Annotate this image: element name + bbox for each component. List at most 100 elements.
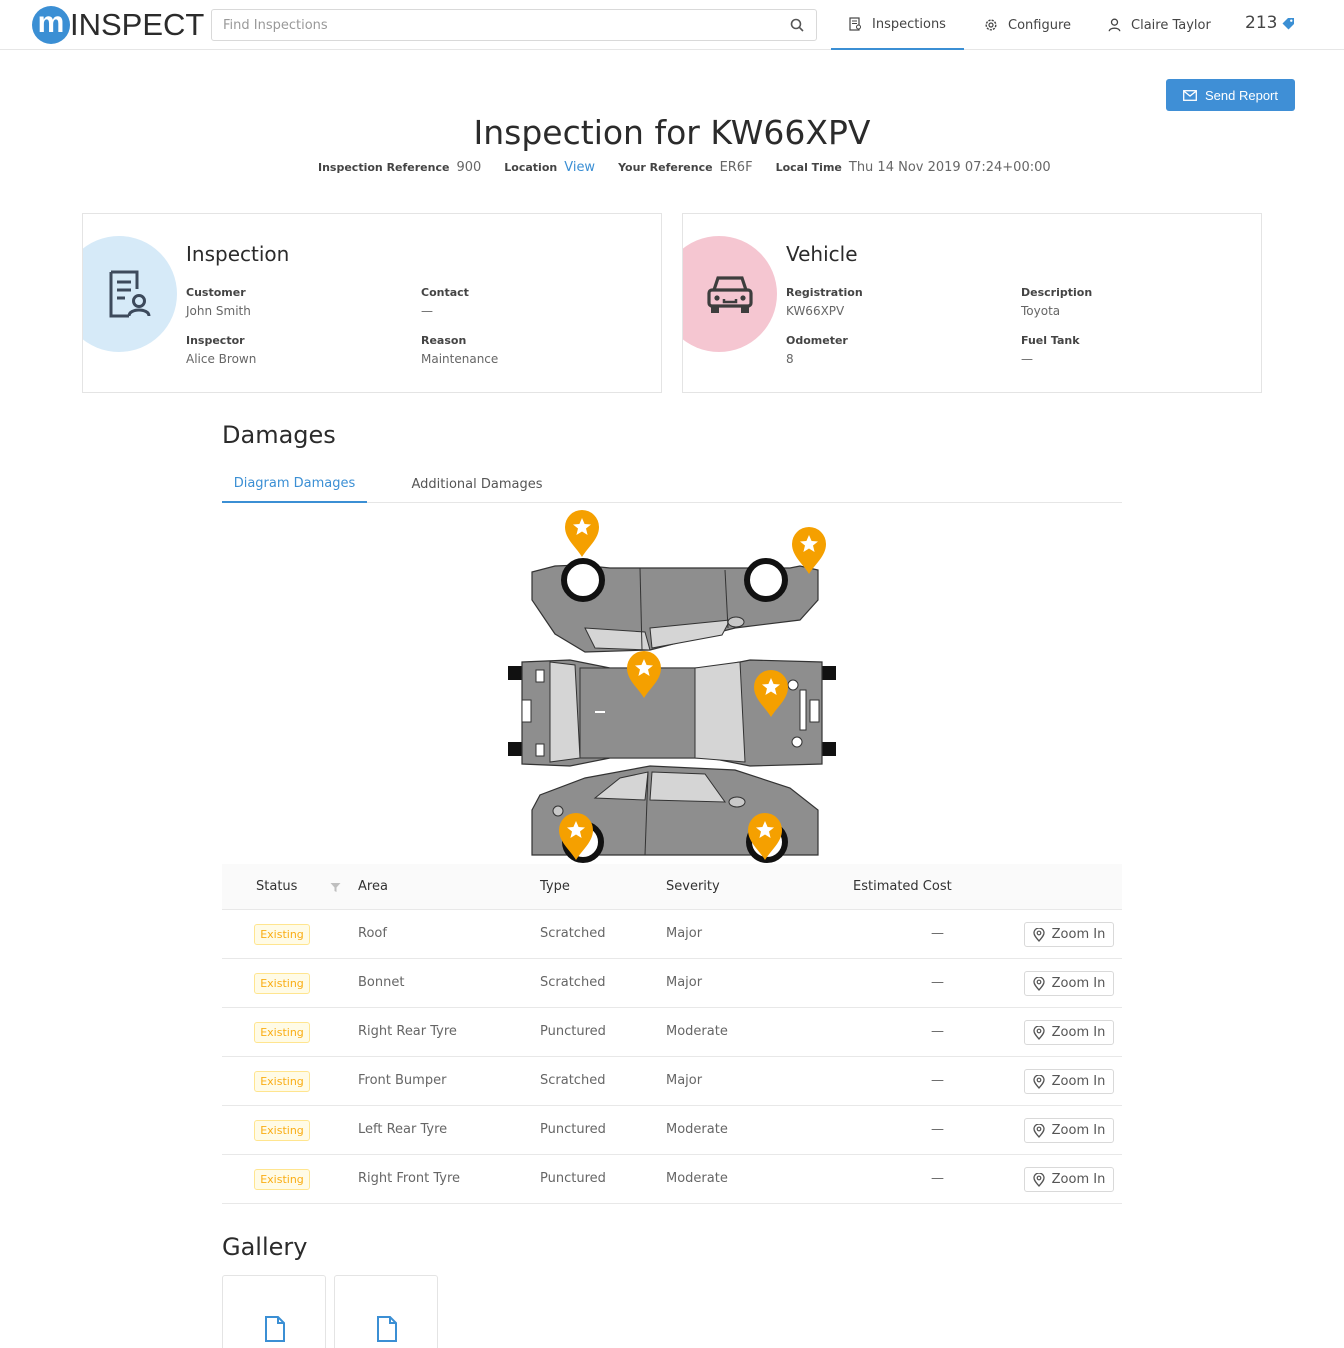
field-fuel-tank-label: Fuel Tank — [1021, 334, 1080, 347]
field-reason: Reason Maintenance — [421, 334, 498, 366]
credits-counter[interactable]: 213 — [1245, 13, 1295, 33]
car-top-view — [508, 659, 836, 767]
cell-estimated-cost: — — [931, 1122, 944, 1137]
meta-ref-label: Inspection Reference — [318, 161, 450, 174]
field-contact: Contact — — [421, 286, 469, 318]
vehicle-damage-diagram — [508, 510, 836, 863]
cell-estimated-cost: — — [931, 1024, 944, 1039]
nav-configure[interactable]: Configure — [984, 0, 1071, 50]
car-front-icon — [707, 276, 753, 313]
user-icon — [1108, 18, 1121, 32]
field-registration-label: Registration — [786, 286, 863, 299]
filter-icon[interactable] — [330, 882, 341, 893]
credits-value: 213 — [1245, 13, 1278, 33]
table-row: Existing Bonnet Scratched Major — Zoom In — [222, 959, 1122, 1008]
field-registration: Registration KW66XPV — [786, 286, 863, 318]
zoom-in-button[interactable]: Zoom In — [1024, 1118, 1114, 1143]
map-pin-icon — [1033, 1074, 1045, 1089]
status-badge: Existing — [254, 973, 310, 994]
damage-pin-right-front-tyre[interactable] — [565, 510, 599, 557]
car-side-view-top — [531, 558, 819, 653]
file-icon — [265, 1316, 285, 1342]
cell-estimated-cost: — — [931, 1073, 944, 1088]
mail-icon — [1183, 89, 1197, 101]
page-title: Inspection for KW66XPV — [473, 113, 871, 152]
col-severity: Severity — [666, 879, 720, 894]
table-row: Existing Front Bumper Scratched Major — Zoom … — [222, 1057, 1122, 1106]
nav-inspections-label: Inspections — [872, 16, 946, 32]
damages-heading: Damages — [222, 421, 336, 449]
zoom-in-button[interactable]: Zoom In — [1024, 922, 1114, 947]
field-customer-label: Customer — [186, 286, 246, 299]
file-icon — [377, 1316, 397, 1342]
col-estimated-cost: Estimated Cost — [853, 879, 952, 894]
cell-type: Scratched — [540, 975, 606, 990]
field-inspector: Inspector Alice Brown — [186, 334, 256, 366]
user-name: Claire Taylor — [1131, 17, 1211, 33]
damages-table: Status Area Type Severity Estimated Cost… — [222, 864, 1122, 1204]
vehicle-card-title: Vehicle — [786, 242, 858, 266]
meta-your-ref-label: Your Reference — [618, 161, 713, 174]
search-icon[interactable] — [790, 18, 804, 32]
zoom-in-button[interactable]: Zoom In — [1024, 1069, 1114, 1094]
send-report-button[interactable]: Send Report — [1166, 79, 1295, 111]
field-inspector-value: Alice Brown — [186, 352, 257, 366]
zoom-in-label: Zoom In — [1051, 1172, 1106, 1187]
table-header: Status Area Type Severity Estimated Cost — [222, 864, 1122, 910]
map-pin-icon — [1033, 927, 1045, 942]
status-badge: Existing — [254, 924, 310, 945]
cell-severity: Major — [666, 975, 703, 990]
col-type: Type — [540, 879, 570, 894]
table-row: Existing Roof Scratched Major — Zoom In — [222, 910, 1122, 959]
table-row: Existing Right Rear Tyre Punctured Moderate… — [222, 1008, 1122, 1057]
cell-area: Bonnet — [358, 975, 405, 990]
table-row: Existing Left Rear Tyre Punctured Moderate —… — [222, 1106, 1122, 1155]
cell-area: Right Rear Tyre — [358, 1024, 457, 1039]
gallery-item[interactable] — [334, 1275, 438, 1348]
field-customer: Customer John Smith — [186, 286, 251, 318]
location-view-link[interactable]: View — [564, 160, 595, 175]
nav-configure-label: Configure — [1008, 17, 1072, 33]
cell-type: Punctured — [540, 1122, 606, 1137]
meta-ref-value: 900 — [456, 160, 482, 175]
col-area: Area — [358, 879, 388, 894]
search-input[interactable] — [212, 10, 772, 40]
table-row: Existing Right Front Tyre Punctured Moderat… — [222, 1155, 1122, 1204]
zoom-in-label: Zoom In — [1051, 927, 1106, 942]
cell-severity: Moderate — [666, 1122, 728, 1137]
zoom-in-button[interactable]: Zoom In — [1024, 1167, 1114, 1192]
nav-inspections[interactable]: Inspections — [831, 0, 964, 50]
cell-severity: Major — [666, 1073, 703, 1088]
col-status: Status — [256, 879, 298, 894]
field-customer-value: John Smith — [186, 304, 251, 318]
map-pin-icon — [1033, 1025, 1045, 1040]
nav-user-menu[interactable]: Claire Taylor — [1108, 0, 1211, 50]
zoom-in-label: Zoom In — [1051, 976, 1106, 991]
inspection-doc-icon — [849, 17, 862, 31]
field-description-value: Toyota — [1021, 304, 1061, 318]
map-pin-icon — [1033, 1123, 1045, 1138]
inspection-card: Inspection Customer John Smith Contact —… — [82, 213, 662, 393]
status-badge: Existing — [254, 1169, 310, 1190]
field-contact-label: Contact — [421, 286, 469, 299]
cell-area: Front Bumper — [358, 1073, 447, 1088]
minspect-logo[interactable]: m INSPECT — [32, 6, 204, 44]
top-navigation-bar: m INSPECT Inspections Configure Claire T… — [0, 0, 1344, 50]
field-reason-value: Maintenance — [421, 352, 499, 366]
status-badge: Existing — [254, 1071, 310, 1092]
tab-diagram-damages[interactable]: Diagram Damages — [222, 466, 367, 503]
meta-location-label: Location — [504, 161, 558, 174]
logo-text: INSPECT — [70, 7, 205, 42]
zoom-in-button[interactable]: Zoom In — [1024, 971, 1114, 996]
field-odometer: Odometer 8 — [786, 334, 848, 366]
vehicle-card-badge — [683, 236, 777, 352]
map-pin-icon — [1033, 1172, 1045, 1187]
credits-tag-icon — [1282, 17, 1295, 29]
search-box — [211, 9, 817, 41]
cell-type: Scratched — [540, 926, 606, 941]
inspection-card-title: Inspection — [186, 242, 290, 266]
gallery-item[interactable] — [222, 1275, 326, 1348]
zoom-in-button[interactable]: Zoom In — [1024, 1020, 1114, 1045]
tab-additional-damages[interactable]: Additional Damages — [402, 466, 552, 503]
field-reason-label: Reason — [421, 334, 467, 347]
